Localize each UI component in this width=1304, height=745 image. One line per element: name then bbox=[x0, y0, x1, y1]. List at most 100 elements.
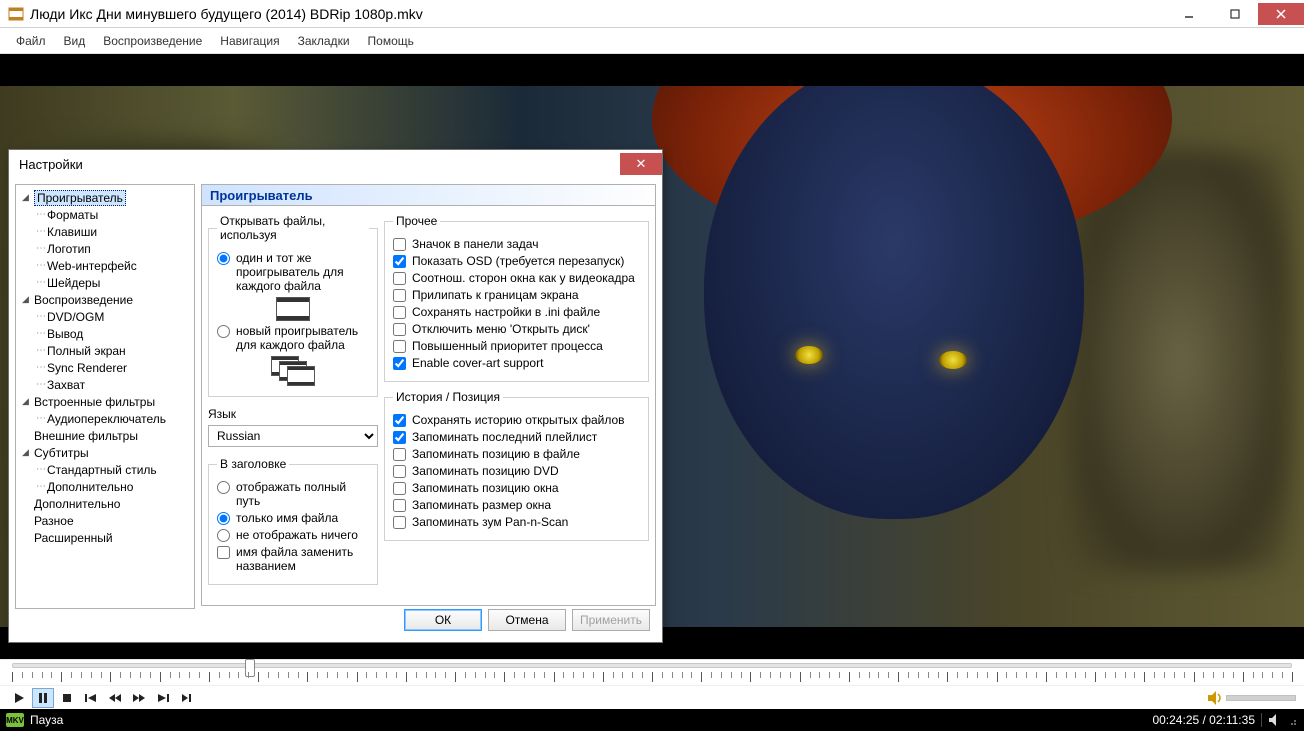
time-display: 00:24:25 / 02:11:35 bbox=[1152, 713, 1255, 727]
settings-panel: Проигрыватель Открывать файлы, используя… bbox=[201, 184, 656, 636]
tree-webui[interactable]: ⋯Web-интерфейс bbox=[18, 257, 192, 274]
check-hist-winpos[interactable]: Запоминать позицию окна bbox=[393, 481, 640, 495]
menu-play[interactable]: Воспроизведение bbox=[95, 31, 210, 51]
tree-subadd[interactable]: ⋯Дополнительно bbox=[18, 478, 192, 495]
open-files-group: Открывать файлы, используя один и тот же… bbox=[208, 214, 378, 397]
minimize-button[interactable] bbox=[1166, 3, 1212, 25]
history-legend: История / Позиция bbox=[393, 390, 503, 404]
check-osd[interactable]: Показать OSD (требуется перезапуск) bbox=[393, 254, 640, 268]
menubar: Файл Вид Воспроизведение Навигация Закла… bbox=[0, 28, 1304, 54]
letterbox-top bbox=[0, 54, 1304, 86]
maximize-button[interactable] bbox=[1212, 3, 1258, 25]
grip-icon[interactable] bbox=[1286, 713, 1298, 727]
speaker-icon bbox=[1206, 689, 1224, 707]
tree-additional[interactable]: ◢Дополнительно bbox=[18, 495, 192, 512]
format-badge: MKV bbox=[6, 713, 24, 727]
tree-audiosw[interactable]: ⋯Аудиопереключатель bbox=[18, 410, 192, 427]
check-hist-winsize[interactable]: Запоминать размер окна bbox=[393, 498, 640, 512]
ok-button[interactable]: ОК bbox=[404, 609, 482, 631]
forward-button[interactable] bbox=[128, 688, 150, 708]
language-select[interactable]: Russian bbox=[208, 425, 378, 447]
seek-area[interactable] bbox=[0, 659, 1304, 685]
tree-advanced[interactable]: ◢Расширенный bbox=[18, 529, 192, 546]
check-hist-dvdpos[interactable]: Запоминать позицию DVD bbox=[393, 464, 640, 478]
check-opendisc[interactable]: Отключить меню 'Открыть диск' bbox=[393, 322, 640, 336]
same-player-icon bbox=[276, 297, 310, 321]
cancel-button[interactable]: Отмена bbox=[488, 609, 566, 631]
menu-help[interactable]: Помощь bbox=[360, 31, 422, 51]
app-icon bbox=[8, 6, 24, 22]
panel-header: Проигрыватель bbox=[201, 184, 656, 206]
tree-dvd[interactable]: ⋯DVD/OGM bbox=[18, 308, 192, 325]
window-title: Люди Икс Дни минувшего будущего (2014) B… bbox=[30, 6, 1166, 22]
check-title-replace[interactable]: имя файла заменить названием bbox=[217, 545, 369, 573]
check-hist-playlist[interactable]: Запоминать последний плейлист bbox=[393, 430, 640, 444]
dialog-titlebar[interactable]: Настройки ✕ bbox=[9, 150, 662, 178]
check-hist-pnszoom[interactable]: Запоминать зум Pan-n-Scan bbox=[393, 515, 640, 529]
menu-file[interactable]: Файл bbox=[8, 31, 54, 51]
other-legend: Прочее bbox=[393, 214, 440, 228]
rewind-button[interactable] bbox=[104, 688, 126, 708]
check-ini[interactable]: Сохранять настройки в .ini файле bbox=[393, 305, 640, 319]
radio-title-none[interactable]: не отображать ничего bbox=[217, 528, 369, 542]
tree-capture[interactable]: ⋯Захват bbox=[18, 376, 192, 393]
language-label: Язык bbox=[208, 407, 378, 421]
radio-title-full[interactable]: отображать полный путь bbox=[217, 480, 369, 508]
tree-playback[interactable]: ◢Воспроизведение bbox=[18, 291, 192, 308]
close-button[interactable] bbox=[1258, 3, 1304, 25]
prev-button[interactable] bbox=[80, 688, 102, 708]
tree-misc[interactable]: ◢Разное bbox=[18, 512, 192, 529]
check-snap[interactable]: Прилипать к границам экрана bbox=[393, 288, 640, 302]
pause-button[interactable] bbox=[32, 688, 54, 708]
time-ruler bbox=[12, 672, 1292, 684]
tree-output[interactable]: ⋯Вывод bbox=[18, 325, 192, 342]
title-legend: В заголовке bbox=[217, 457, 289, 471]
tree-subs[interactable]: ◢Субтитры bbox=[18, 444, 192, 461]
menu-bookmarks[interactable]: Закладки bbox=[290, 31, 358, 51]
check-priority[interactable]: Повышенный приоритет процесса bbox=[393, 339, 640, 353]
radio-title-name[interactable]: только имя файла bbox=[217, 511, 369, 525]
mute-button[interactable] bbox=[1206, 689, 1224, 707]
stop-button[interactable] bbox=[56, 688, 78, 708]
play-button[interactable] bbox=[8, 688, 30, 708]
tree-fullscreen[interactable]: ⋯Полный экран bbox=[18, 342, 192, 359]
check-tray[interactable]: Значок в панели задач bbox=[393, 237, 640, 251]
check-hist-keep[interactable]: Сохранять историю открытых файлов bbox=[393, 413, 640, 427]
apply-button[interactable]: Применить bbox=[572, 609, 650, 631]
tree-formats[interactable]: ⋯Форматы bbox=[18, 206, 192, 223]
tree-shaders[interactable]: ⋯Шейдеры bbox=[18, 274, 192, 291]
tree-keys[interactable]: ⋯Клавиши bbox=[18, 223, 192, 240]
player-controls bbox=[0, 685, 1304, 709]
history-group: История / Позиция Сохранять историю откр… bbox=[384, 390, 649, 541]
other-group: Прочее Значок в панели задач Показать OS… bbox=[384, 214, 649, 382]
check-coverart[interactable]: Enable cover-art support bbox=[393, 356, 640, 370]
tree-external[interactable]: ◢Внешние фильтры bbox=[18, 427, 192, 444]
dialog-title: Настройки bbox=[9, 157, 620, 172]
statusbar: MKV Пауза 00:24:25 / 02:11:35 bbox=[0, 709, 1304, 731]
titlebar: Люди Икс Дни минувшего будущего (2014) B… bbox=[0, 0, 1304, 28]
title-group: В заголовке отображать полный путь тольк… bbox=[208, 457, 378, 585]
volume-slider[interactable] bbox=[1226, 695, 1296, 701]
settings-dialog: Настройки ✕ ◢Проигрыватель ⋯Форматы ⋯Кла… bbox=[8, 149, 663, 643]
open-files-legend: Открывать файлы, используя bbox=[217, 214, 369, 242]
playback-state: Пауза bbox=[30, 713, 63, 727]
tree-logo[interactable]: ⋯Логотип bbox=[18, 240, 192, 257]
radio-new-player[interactable]: новый проигрыватель для каждого файла bbox=[217, 324, 369, 352]
video-area[interactable]: Настройки ✕ ◢Проигрыватель ⋯Форматы ⋯Кла… bbox=[0, 54, 1304, 659]
tree-sync[interactable]: ⋯Sync Renderer bbox=[18, 359, 192, 376]
check-hist-filepos[interactable]: Запоминать позицию в файле bbox=[393, 447, 640, 461]
settings-tree[interactable]: ◢Проигрыватель ⋯Форматы ⋯Клавиши ⋯Логоти… bbox=[15, 184, 195, 609]
next-button[interactable] bbox=[152, 688, 174, 708]
menu-nav[interactable]: Навигация bbox=[212, 31, 287, 51]
check-aspect[interactable]: Соотнош. сторон окна как у видеокадра bbox=[393, 271, 640, 285]
menu-view[interactable]: Вид bbox=[56, 31, 94, 51]
tree-player[interactable]: ◢Проигрыватель bbox=[18, 189, 192, 206]
dialog-close-button[interactable]: ✕ bbox=[620, 153, 662, 175]
seek-track[interactable] bbox=[12, 663, 1292, 668]
speaker-icon bbox=[1268, 713, 1282, 727]
tree-substd[interactable]: ⋯Стандартный стиль bbox=[18, 461, 192, 478]
step-button[interactable] bbox=[176, 688, 198, 708]
tree-internal[interactable]: ◢Встроенные фильтры bbox=[18, 393, 192, 410]
new-player-icon bbox=[271, 356, 315, 386]
radio-same-player[interactable]: один и тот же проигрыватель для каждого … bbox=[217, 251, 369, 293]
